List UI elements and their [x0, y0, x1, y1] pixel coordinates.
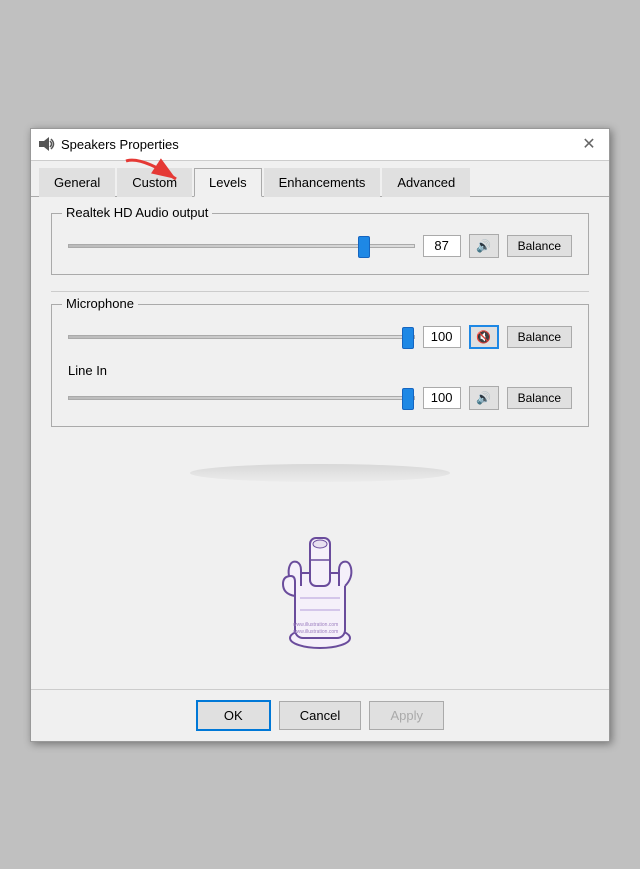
linein-mute-icon: 🔊: [476, 391, 491, 405]
separator-1: [51, 291, 589, 292]
linein-mute-button[interactable]: 🔊: [469, 386, 499, 410]
microphone-slider[interactable]: [68, 335, 415, 339]
svg-text:www.illustration.com: www.illustration.com: [293, 629, 338, 635]
tabs-bar: General Custom Levels Enhancements Advan…: [31, 161, 609, 197]
hand-cursor-icon: www.illustration.com www.illustration.co…: [265, 518, 375, 658]
ok-button[interactable]: OK: [196, 700, 271, 731]
linein-subsection: Line In 100 🔊 Balance: [68, 363, 572, 410]
title-bar-left: Speakers Properties: [39, 136, 179, 152]
linein-slider[interactable]: [68, 396, 415, 400]
title-bar: Speakers Properties ✕: [31, 129, 609, 161]
realtek-mute-button[interactable]: 🔊: [469, 234, 499, 258]
linein-balance-button[interactable]: Balance: [507, 387, 572, 409]
cursor-area: www.illustration.com www.illustration.co…: [51, 503, 589, 673]
linein-slider-container: [68, 387, 415, 409]
scroll-shadow: [190, 464, 450, 482]
microphone-balance-button[interactable]: Balance: [507, 326, 572, 348]
realtek-value: 87: [423, 235, 461, 257]
bottom-bar: OK Cancel Apply: [31, 689, 609, 741]
apply-button[interactable]: Apply: [369, 701, 444, 730]
microphone-slider-row: 100 🔇 Balance: [68, 325, 572, 349]
realtek-slider-container: [68, 235, 415, 257]
tab-levels[interactable]: Levels: [194, 168, 262, 197]
content-area: Realtek HD Audio output 87 🔊 Balance Mic…: [31, 197, 609, 689]
close-button[interactable]: ✕: [577, 132, 601, 156]
tab-general[interactable]: General: [39, 168, 115, 197]
window-title: Speakers Properties: [61, 137, 179, 152]
linein-label: Line In: [68, 363, 572, 378]
tab-custom[interactable]: Custom: [117, 168, 192, 197]
linein-value: 100: [423, 387, 461, 409]
tab-advanced[interactable]: Advanced: [382, 168, 470, 197]
realtek-section: Realtek HD Audio output 87 🔊 Balance: [51, 213, 589, 275]
microphone-label: Microphone: [62, 296, 138, 311]
microphone-mute-icon: 🔇: [476, 330, 491, 344]
scroll-area: [51, 443, 589, 503]
speaker-icon: [39, 136, 55, 152]
microphone-slider-container: [68, 326, 415, 348]
linein-slider-row: 100 🔊 Balance: [68, 386, 572, 410]
realtek-label: Realtek HD Audio output: [62, 205, 212, 220]
inputs-section: Microphone 100 🔇 Balance Line In: [51, 304, 589, 427]
microphone-mute-button[interactable]: 🔇: [469, 325, 499, 349]
realtek-mute-icon: 🔊: [476, 239, 491, 253]
speakers-properties-window: Speakers Properties ✕ General Custom Lev…: [30, 128, 610, 742]
microphone-subsection: Microphone 100 🔇 Balance: [68, 325, 572, 349]
realtek-slider-row: 87 🔊 Balance: [68, 234, 572, 258]
tab-enhancements[interactable]: Enhancements: [264, 168, 381, 197]
realtek-balance-button[interactable]: Balance: [507, 235, 572, 257]
svg-text:www.illustration.com: www.illustration.com: [293, 622, 338, 628]
microphone-value: 100: [423, 326, 461, 348]
cancel-button[interactable]: Cancel: [279, 701, 361, 730]
realtek-slider[interactable]: [68, 244, 415, 248]
